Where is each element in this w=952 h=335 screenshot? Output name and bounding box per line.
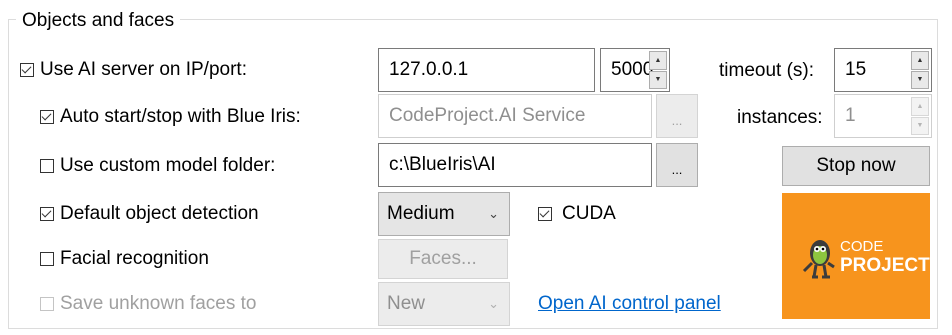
timeout-spinner[interactable]: 15 ▲ ▼: [834, 48, 932, 92]
save-unknown-label: Save unknown faces to: [60, 293, 257, 314]
use-ai-server-checkbox[interactable]: [20, 63, 34, 77]
faces-button: Faces...: [378, 239, 508, 279]
auto-start-label: Auto start/stop with Blue Iris:: [60, 106, 301, 127]
service-name-input: CodeProject.AI Service: [378, 94, 652, 138]
instances-label: instances:: [737, 107, 823, 128]
spin-down-icon[interactable]: ▼: [911, 70, 929, 89]
stop-now-button[interactable]: Stop now: [782, 146, 930, 186]
custom-model-checkbox[interactable]: [40, 159, 54, 173]
chevron-down-icon: ⌄: [488, 296, 499, 311]
cuda-checkbox[interactable]: [538, 207, 552, 221]
default-detection-label: Default object detection: [60, 203, 259, 224]
port-spinner[interactable]: 5000 ▲ ▼: [600, 48, 670, 92]
save-unknown-checkbox-row: Save unknown faces to: [40, 291, 256, 317]
codeproject-logo: CODE PROJECT: [782, 193, 930, 319]
spin-down-icon: ▼: [911, 116, 929, 135]
ip-address-input[interactable]: 127.0.0.1: [378, 48, 595, 92]
detection-size-value: Medium: [387, 203, 455, 224]
default-detection-checkbox[interactable]: [40, 207, 54, 221]
spin-up-icon[interactable]: ▲: [649, 51, 667, 70]
timeout-value: 15: [845, 59, 867, 80]
instances-value: 1: [845, 105, 856, 126]
default-detection-checkbox-row[interactable]: Default object detection: [40, 201, 259, 227]
chevron-down-icon: ⌄: [488, 206, 499, 221]
auto-start-checkbox[interactable]: [40, 110, 54, 124]
save-unknown-checkbox: [40, 297, 54, 311]
timeout-label: timeout (s):: [719, 60, 815, 81]
model-folder-input[interactable]: c:\BlueIris\AI: [378, 143, 652, 187]
service-browse-button: ...: [656, 94, 698, 138]
custom-model-checkbox-row[interactable]: Use custom model folder:: [40, 153, 275, 179]
facial-recognition-label: Facial recognition: [60, 248, 209, 269]
port-value: 5000: [611, 59, 654, 80]
spin-up-icon[interactable]: ▲: [911, 51, 929, 70]
logo-line2: PROJECT: [840, 255, 930, 276]
cuda-label: CUDA: [562, 203, 616, 224]
save-unknown-select: New ⌄: [378, 282, 510, 326]
model-folder-browse-button[interactable]: ...: [656, 143, 698, 187]
instances-spinner: 1 ▲ ▼: [834, 94, 932, 138]
spin-down-icon[interactable]: ▼: [649, 70, 667, 89]
facial-recognition-checkbox[interactable]: [40, 252, 54, 266]
use-ai-server-checkbox-row[interactable]: Use AI server on IP/port:: [20, 57, 247, 83]
codeproject-mascot-icon: CODE PROJECT: [802, 238, 930, 279]
auto-start-checkbox-row[interactable]: Auto start/stop with Blue Iris:: [40, 104, 301, 130]
custom-model-label: Use custom model folder:: [60, 155, 276, 176]
spin-up-icon: ▲: [911, 97, 929, 116]
cuda-checkbox-row[interactable]: CUDA: [538, 201, 616, 227]
logo-line1: CODE: [840, 238, 883, 255]
detection-size-select[interactable]: Medium ⌄: [378, 192, 510, 236]
open-ai-control-panel-link[interactable]: Open AI control panel: [538, 291, 721, 317]
group-title: Objects and faces: [16, 10, 181, 32]
use-ai-server-label: Use AI server on IP/port:: [40, 59, 247, 80]
facial-recognition-checkbox-row[interactable]: Facial recognition: [40, 246, 209, 272]
save-unknown-value: New: [387, 293, 426, 314]
